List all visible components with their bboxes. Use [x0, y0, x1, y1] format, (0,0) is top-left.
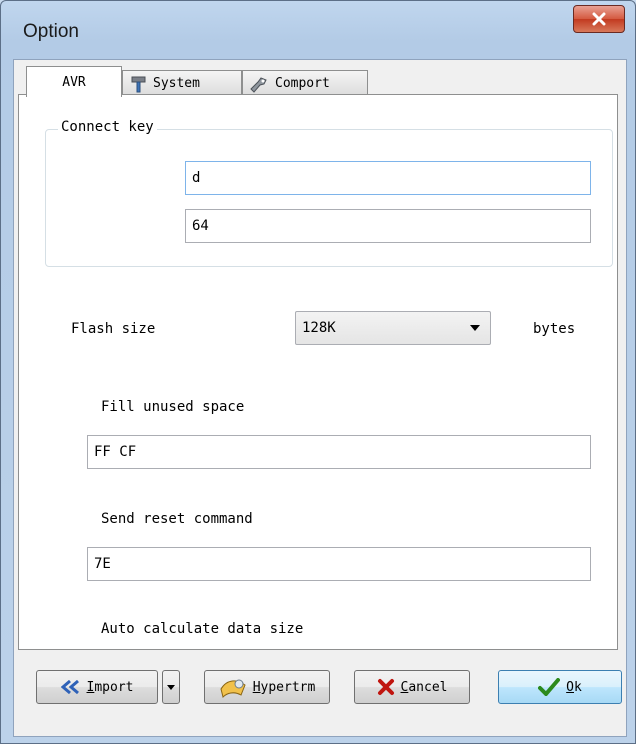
title-bar[interactable]: Option — [1, 1, 635, 59]
hammer-icon — [131, 76, 146, 92]
ok-button[interactable]: Ok — [498, 670, 622, 704]
reset-command-field[interactable]: 7E — [87, 547, 591, 581]
flash-size-value: 128K — [302, 320, 336, 336]
connect-key-group: Connect key — [45, 119, 613, 267]
close-button[interactable] — [573, 5, 625, 33]
tab-avr-label: AVR — [62, 74, 86, 90]
chevron-down-icon — [470, 325, 480, 331]
hypertrm-label: Hypertrm — [252, 679, 316, 695]
dialog-client-area: AVR System Comport Connect key d 64 Flas… — [13, 59, 627, 737]
fill-unused-label: Fill unused space — [101, 399, 245, 415]
import-label: Import — [86, 679, 134, 695]
cancel-x-icon — [377, 679, 394, 695]
connect-key-field-2[interactable]: 64 — [185, 209, 591, 243]
cancel-label: Cancel — [400, 679, 448, 695]
flash-size-label: Flash size — [71, 321, 156, 337]
tab-system-label: System — [153, 76, 200, 91]
tab-avr[interactable]: AVR — [26, 66, 122, 97]
import-dropdown-button[interactable] — [162, 670, 180, 704]
connect-key-field-1[interactable]: d — [185, 161, 591, 195]
wrench-icon — [250, 76, 267, 93]
tab-comport-label: Comport — [275, 76, 330, 91]
tab-system[interactable]: System — [122, 70, 242, 96]
hyperterminal-icon — [220, 679, 246, 698]
chevron-down-icon — [167, 684, 175, 690]
cancel-button[interactable]: Cancel — [354, 670, 470, 704]
reset-command-label: Send reset command — [101, 511, 253, 527]
ok-label: Ok — [566, 679, 582, 695]
checkmark-icon — [538, 678, 561, 696]
window-title: Option — [23, 21, 79, 42]
fill-unused-field[interactable]: FF CF — [87, 435, 591, 469]
tab-comport[interactable]: Comport — [242, 70, 368, 96]
connect-key-label: Connect key — [58, 119, 157, 135]
import-button[interactable]: Import — [36, 670, 158, 704]
hypertrm-button[interactable]: Hypertrm — [204, 670, 330, 704]
flash-size-select[interactable]: 128K — [295, 311, 491, 345]
close-icon — [592, 12, 606, 26]
double-left-arrow-icon — [60, 680, 79, 694]
button-bar: Import Hypertrm Cancel Ok — [14, 656, 626, 736]
flash-size-unit: bytes — [533, 321, 576, 337]
option-dialog: Option AVR System Comport Connect key d … — [0, 0, 636, 744]
auto-calc-label[interactable]: Auto calculate data size — [101, 621, 303, 637]
avr-tab-panel: Connect key d 64 Flash size 128K bytes F… — [18, 94, 618, 650]
